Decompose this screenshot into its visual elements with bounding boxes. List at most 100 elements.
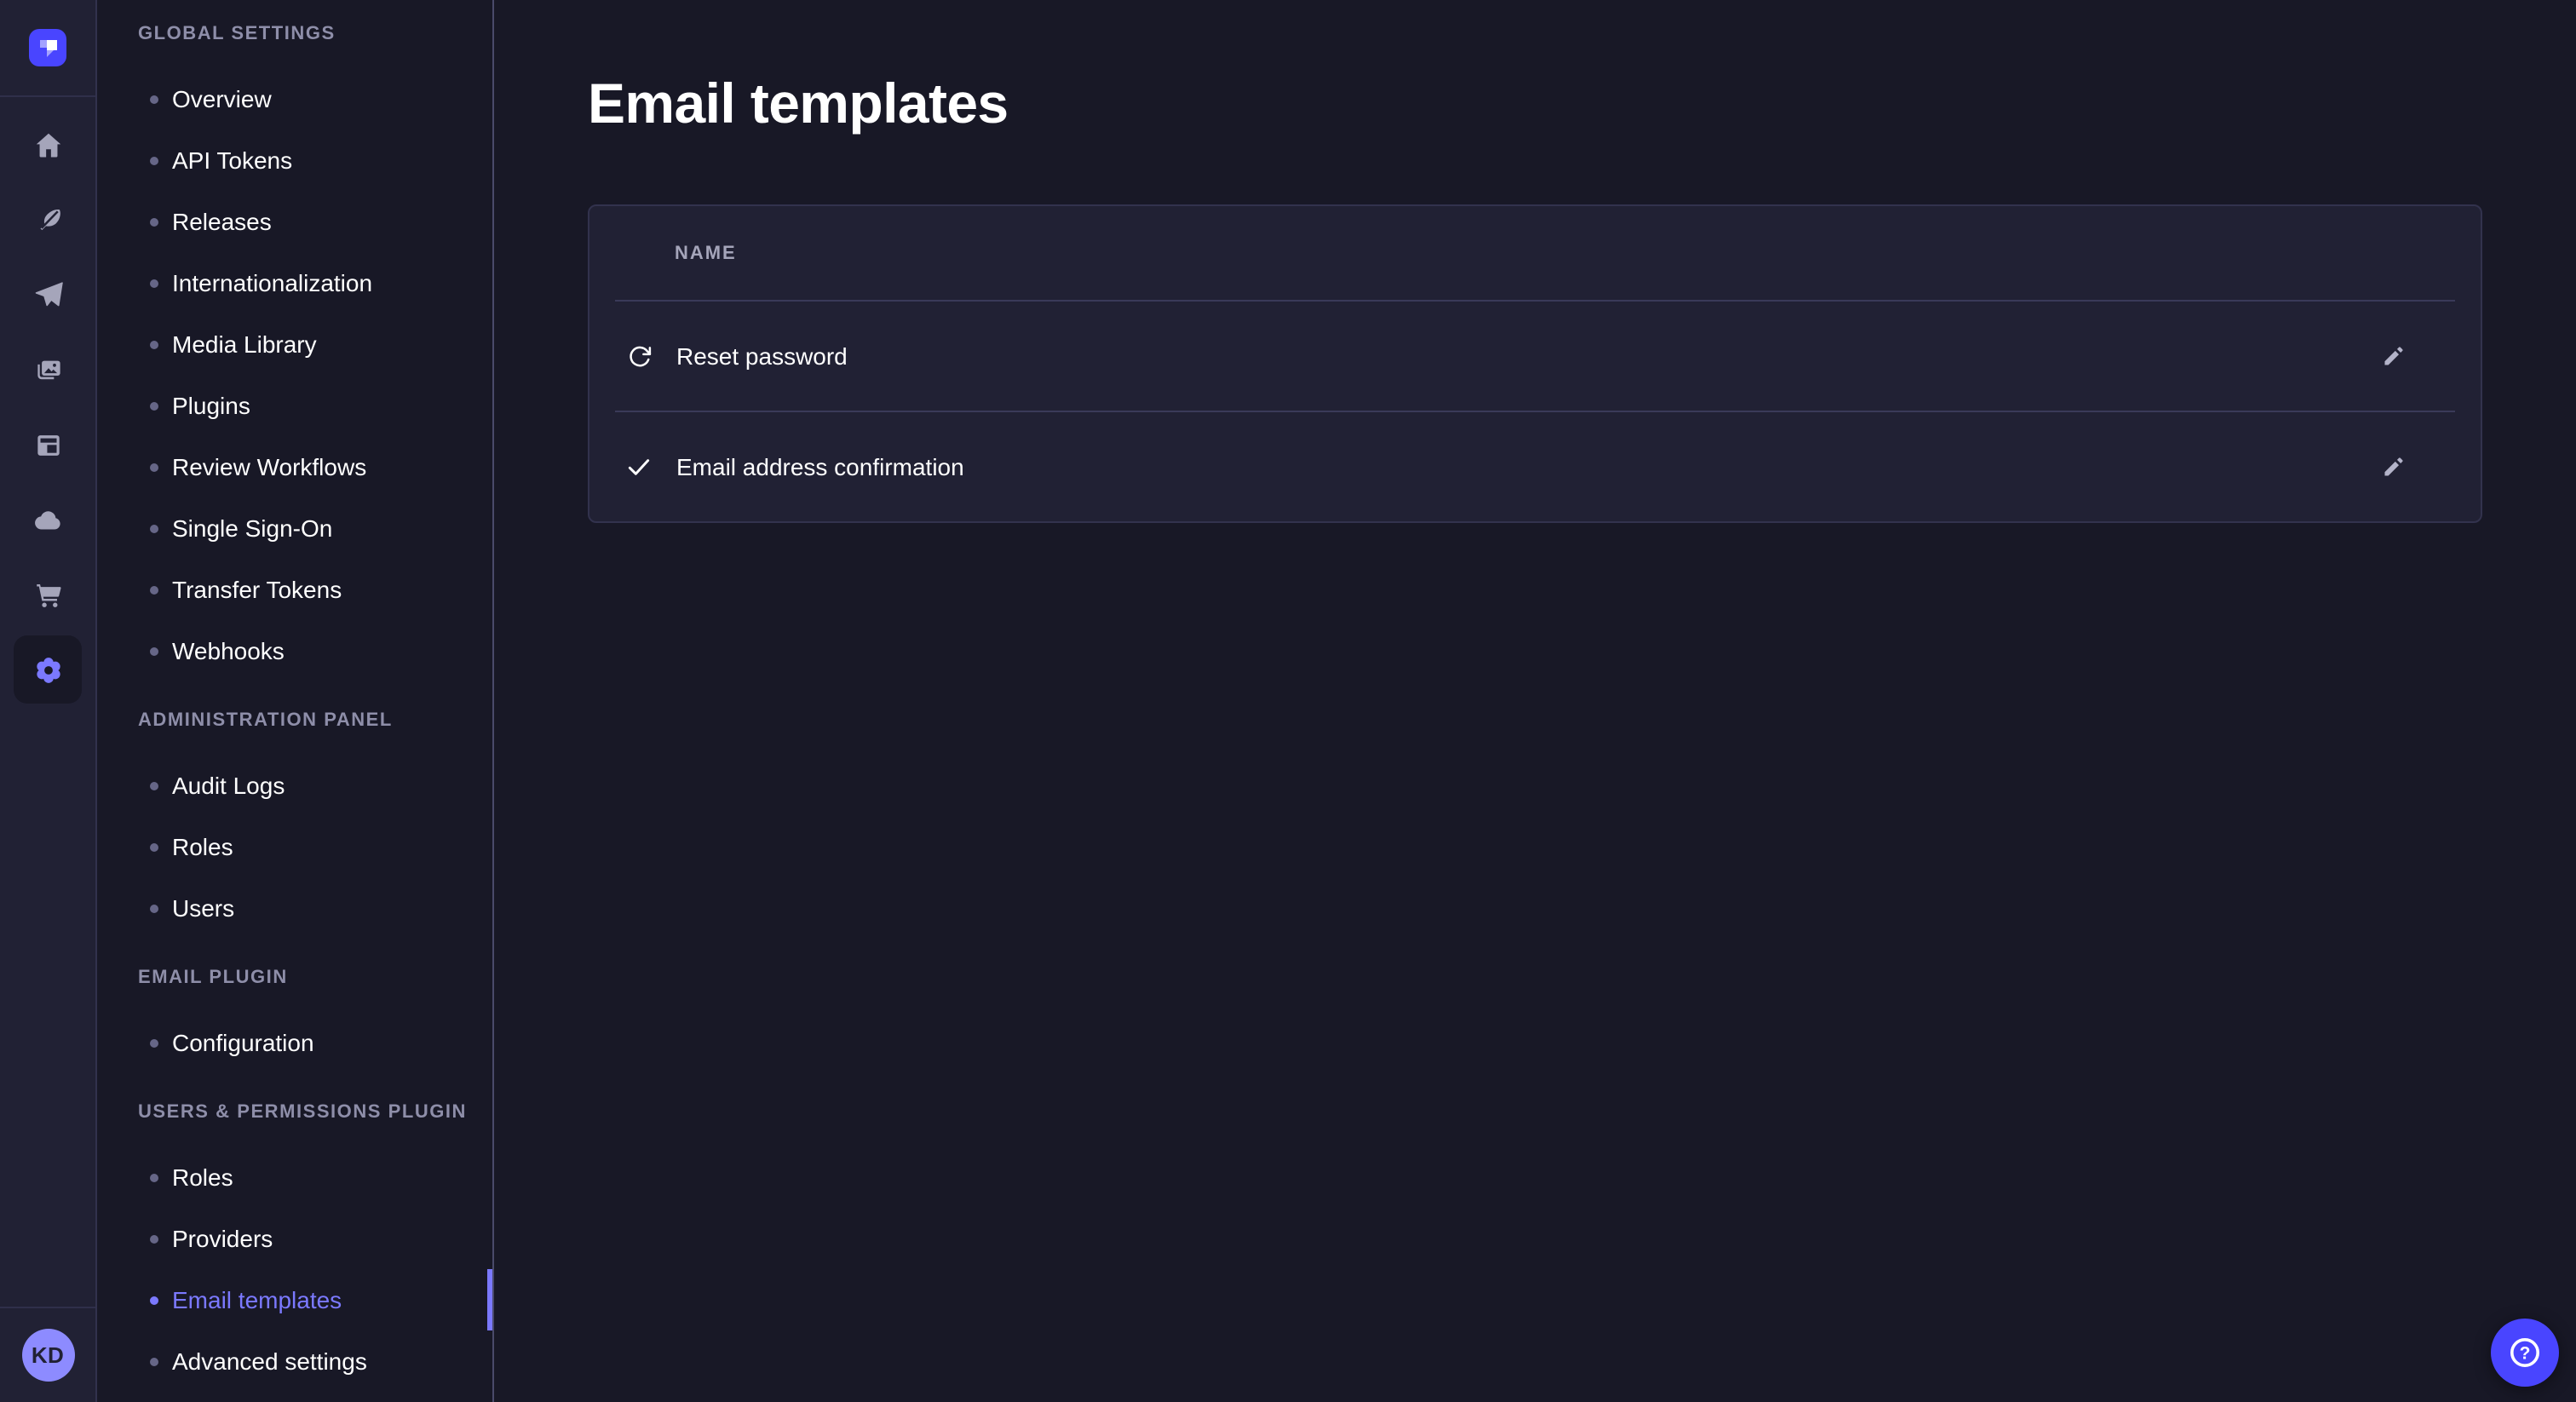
subnav-item-webhooks[interactable]: Webhooks	[97, 620, 492, 681]
svg-text:?: ?	[2520, 1344, 2531, 1364]
table-header-row: NAME	[589, 206, 2481, 300]
email-templates-table: NAME Reset password	[588, 204, 2482, 523]
logo-container	[0, 0, 95, 97]
table-row-reset-password[interactable]: Reset password	[589, 302, 2481, 411]
media-gallery-icon	[32, 353, 64, 386]
subnav-item-single-sign-on[interactable]: Single Sign-On	[97, 497, 492, 559]
nav-media-library-button[interactable]	[14, 336, 82, 404]
template-name: Reset password	[676, 342, 848, 370]
subnav-item-label: Webhooks	[172, 637, 285, 664]
page-title: Email templates	[588, 72, 2482, 136]
cloud-icon	[32, 503, 64, 536]
layout-icon	[32, 428, 64, 461]
subnav-item-label: Configuration	[172, 1029, 314, 1056]
pencil-icon	[2382, 455, 2406, 479]
subnav-item-overview[interactable]: Overview	[97, 68, 492, 129]
edit-email-confirmation-button[interactable]	[2372, 445, 2416, 489]
subnav-item-providers[interactable]: Providers	[97, 1208, 492, 1269]
bullet-icon	[150, 781, 158, 790]
subnav-item-api-tokens[interactable]: API Tokens	[97, 129, 492, 191]
subnav-item-releases[interactable]: Releases	[97, 191, 492, 252]
subnav-section-email-plugin: EMAIL PLUGIN Configuration	[97, 968, 492, 1073]
bullet-icon	[150, 217, 158, 226]
subnav-item-label: Roles	[172, 833, 233, 860]
subnav-item-media-library[interactable]: Media Library	[97, 313, 492, 375]
table-row-email-address-confirmation[interactable]: Email address confirmation	[589, 412, 2481, 521]
nav-cloud-button[interactable]	[14, 486, 82, 554]
subnav-item-configuration[interactable]: Configuration	[97, 1012, 492, 1073]
user-avatar[interactable]: KD	[21, 1329, 74, 1382]
main-nav-rail: KD	[0, 0, 97, 1402]
subnav-item-admin-roles[interactable]: Roles	[97, 816, 492, 877]
subnav-item-label: Plugins	[172, 392, 250, 419]
subnav-section-administration-panel: ADMINISTRATION PANEL Audit Logs Roles Us…	[97, 710, 492, 939]
subnav-item-label: Releases	[172, 208, 272, 235]
subnav-item-transfer-tokens[interactable]: Transfer Tokens	[97, 559, 492, 620]
bullet-icon	[150, 1234, 158, 1243]
nav-settings-button[interactable]	[14, 635, 82, 704]
gear-icon	[30, 652, 66, 687]
settings-subnav: GLOBAL SETTINGS Overview API Tokens Rele…	[97, 0, 494, 1402]
bullet-icon	[150, 340, 158, 348]
bullet-icon	[150, 1038, 158, 1047]
bullet-icon	[150, 1296, 158, 1304]
subnav-item-plugins[interactable]: Plugins	[97, 375, 492, 436]
subnav-item-label: Internationalization	[172, 269, 372, 296]
feather-icon	[32, 204, 64, 236]
main-content: Email templates NAME Reset password	[494, 0, 2576, 1402]
nav-content-type-builder-button[interactable]	[14, 411, 82, 479]
subnav-item-label: Users	[172, 894, 234, 922]
subnav-item-label: API Tokens	[172, 147, 292, 174]
name-column-header: NAME	[675, 243, 737, 263]
subnav-item-label: Roles	[172, 1164, 233, 1191]
bullet-icon	[150, 646, 158, 655]
bullet-icon	[150, 585, 158, 594]
subnav-item-email-templates[interactable]: Email templates	[97, 1269, 492, 1330]
subnav-item-up-roles[interactable]: Roles	[97, 1146, 492, 1208]
active-item-indicator	[487, 1269, 492, 1330]
bullet-icon	[150, 524, 158, 532]
subnav-item-audit-logs[interactable]: Audit Logs	[97, 755, 492, 816]
bullet-icon	[150, 1357, 158, 1365]
section-title: EMAIL PLUGIN	[97, 968, 492, 988]
paper-plane-icon	[32, 279, 64, 311]
nav-releases-button[interactable]	[14, 261, 82, 329]
template-name: Email address confirmation	[676, 453, 964, 480]
subnav-item-label: Advanced settings	[172, 1347, 367, 1375]
home-icon	[32, 129, 64, 161]
subnav-section-global-settings: GLOBAL SETTINGS Overview API Tokens Rele…	[97, 24, 492, 681]
section-title: GLOBAL SETTINGS	[97, 24, 492, 44]
section-title: USERS & PERMISSIONS PLUGIN	[97, 1102, 492, 1123]
check-icon	[625, 453, 653, 480]
edit-reset-password-button[interactable]	[2372, 334, 2416, 378]
refresh-icon	[625, 343, 653, 369]
nav-content-manager-button[interactable]	[14, 186, 82, 254]
bullet-icon	[150, 463, 158, 471]
nav-home-button[interactable]	[14, 111, 82, 179]
rail-footer: KD	[0, 1307, 95, 1402]
subnav-item-label: Transfer Tokens	[172, 576, 342, 603]
bullet-icon	[150, 1173, 158, 1181]
strapi-logo[interactable]	[29, 29, 66, 66]
subnav-item-label: Email templates	[172, 1286, 342, 1313]
question-circle-icon: ?	[2506, 1334, 2544, 1371]
section-title: ADMINISTRATION PANEL	[97, 710, 492, 731]
subnav-item-internationalization[interactable]: Internationalization	[97, 252, 492, 313]
subnav-item-label: Single Sign-On	[172, 514, 332, 542]
subnav-item-users[interactable]: Users	[97, 877, 492, 939]
bullet-icon	[150, 279, 158, 287]
rail-icon-list	[0, 97, 95, 1307]
subnav-item-label: Providers	[172, 1225, 273, 1252]
subnav-item-label: Overview	[172, 85, 272, 112]
bullet-icon	[150, 401, 158, 410]
subnav-section-users-permissions-plugin: USERS & PERMISSIONS PLUGIN Roles Provide…	[97, 1102, 492, 1392]
subnav-item-review-workflows[interactable]: Review Workflows	[97, 436, 492, 497]
bullet-icon	[150, 842, 158, 851]
subnav-item-advanced-settings[interactable]: Advanced settings	[97, 1330, 492, 1392]
bullet-icon	[150, 156, 158, 164]
subnav-item-label: Review Workflows	[172, 453, 366, 480]
nav-marketplace-button[interactable]	[14, 560, 82, 629]
help-button[interactable]: ?	[2491, 1319, 2559, 1387]
pencil-icon	[2382, 344, 2406, 368]
subnav-item-label: Audit Logs	[172, 772, 285, 799]
